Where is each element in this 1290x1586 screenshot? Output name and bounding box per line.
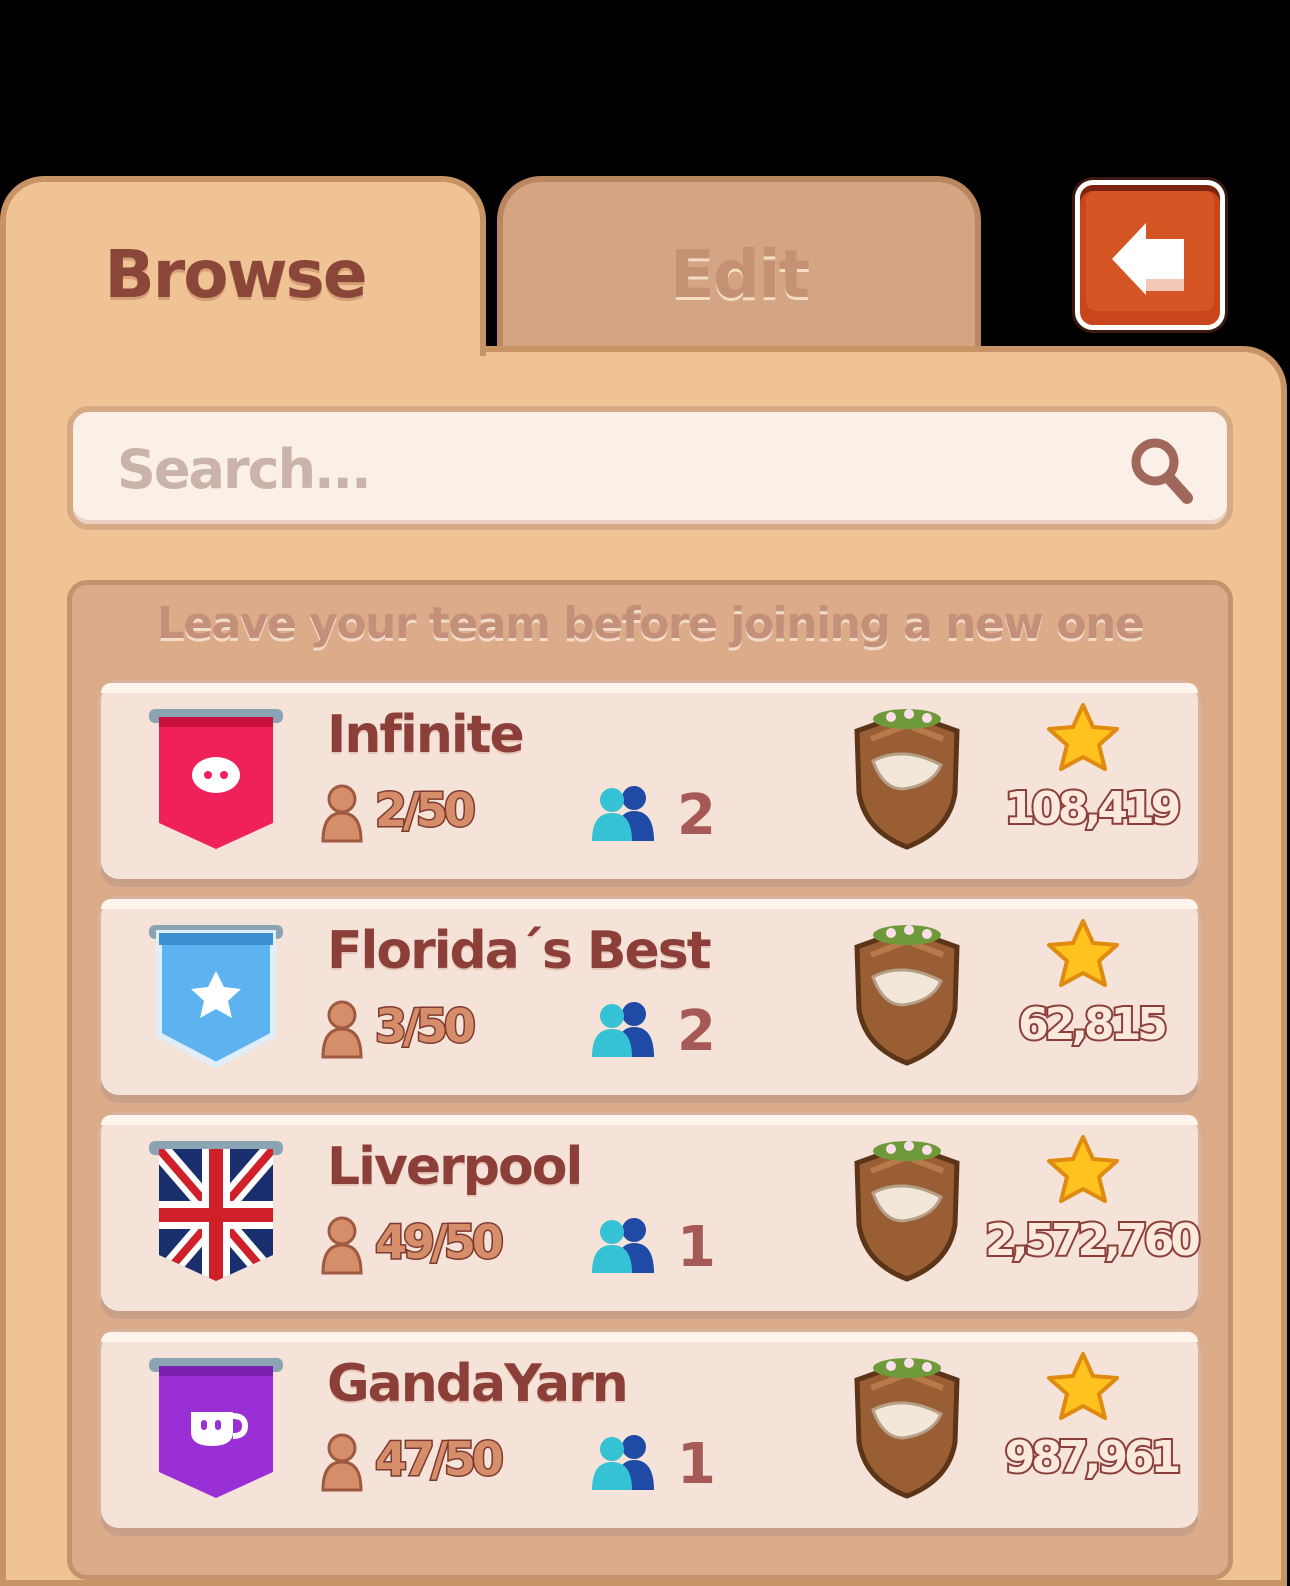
- team-name: Infinite: [327, 705, 525, 765]
- team-score: 108,419: [1003, 781, 1183, 836]
- search-input[interactable]: Search...: [67, 406, 1233, 530]
- team-card[interactable]: GandaYarn 47/50 1 987,961: [101, 1332, 1198, 1528]
- member-icon: [321, 1433, 363, 1492]
- trophy-shield-icon: [854, 709, 960, 850]
- tab-browse-label: Browse: [104, 236, 367, 313]
- team-name: Liverpool: [327, 1137, 583, 1197]
- star-icon: [1047, 703, 1119, 771]
- member-icon: [321, 784, 363, 843]
- friends-count: 1: [677, 1432, 716, 1497]
- team-card[interactable]: Infinite 2/50 2 108,419: [101, 683, 1198, 879]
- trophy-shield-icon: [854, 1358, 960, 1499]
- member-count: 2/50: [374, 782, 478, 839]
- search-placeholder: Search...: [117, 438, 372, 501]
- friends-icon: [592, 786, 654, 841]
- trophy-shield-icon: [854, 1141, 960, 1282]
- star-icon: [1047, 1135, 1119, 1203]
- pig-icon: [149, 709, 283, 849]
- member-icon: [321, 1216, 363, 1275]
- member-count: 49/50: [374, 1214, 506, 1271]
- star-icon: [1047, 919, 1119, 987]
- union-jack-icon: [149, 1141, 283, 1281]
- team-name: GandaYarn: [327, 1354, 629, 1414]
- member-icon: [321, 1000, 363, 1059]
- back-button[interactable]: [1075, 180, 1225, 330]
- friends-icon: [592, 1218, 654, 1273]
- tab-edit-label: Edit: [669, 236, 811, 313]
- friends-icon: [592, 1435, 654, 1490]
- team-score: 2,572,760: [983, 1213, 1203, 1268]
- star-icon: [149, 925, 283, 1069]
- member-count: 47/50: [374, 1431, 506, 1488]
- team-score: 62,815: [1016, 997, 1170, 1052]
- team-card[interactable]: Liverpool 49/50 1 2,572,760: [101, 1115, 1203, 1311]
- team-score: 987,961: [1003, 1430, 1183, 1485]
- friends-icon: [592, 1002, 654, 1057]
- tab-browse[interactable]: Browse: [0, 176, 486, 356]
- cup-icon: [149, 1358, 283, 1498]
- search-icon[interactable]: [1129, 436, 1195, 506]
- team-name: Florida´s Best: [327, 921, 712, 981]
- friends-count: 2: [677, 783, 716, 848]
- trophy-shield-icon: [854, 925, 960, 1066]
- team-card[interactable]: Florida´s Best 3/50 2 62,815: [101, 899, 1198, 1095]
- friends-count: 2: [677, 999, 716, 1064]
- back-arrow-icon: [1112, 223, 1184, 295]
- member-count: 3/50: [374, 998, 478, 1055]
- tab-edit[interactable]: Edit: [497, 176, 981, 346]
- friends-count: 1: [677, 1215, 716, 1280]
- join-notice: Leave your team before joining a new one: [156, 598, 1145, 649]
- star-icon: [1047, 1352, 1119, 1420]
